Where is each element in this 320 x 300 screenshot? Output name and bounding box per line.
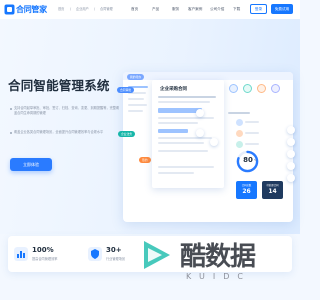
doc-highlight (158, 129, 188, 133)
watermark-text: 酷数据 (180, 242, 256, 272)
chart-icon (14, 247, 28, 261)
user-icon[interactable] (287, 150, 295, 158)
watermark-subtext: KUIDC (186, 272, 251, 281)
doc-line (158, 172, 194, 174)
mock-line (128, 110, 143, 112)
stat-card-value: 26 (242, 188, 251, 195)
doc-line (158, 166, 214, 168)
mock-line (128, 104, 147, 106)
nav-item-about[interactable]: 公司介绍 (210, 6, 224, 12)
watermark-logo (144, 241, 170, 269)
module-icon[interactable] (271, 84, 280, 93)
user-icon[interactable] (287, 138, 295, 146)
nav-item-cases[interactable]: 客户案例 (188, 6, 202, 12)
document-title: 企业采购合同 (160, 87, 187, 92)
doc-line (158, 122, 198, 124)
logo-text[interactable]: 合同管家 (16, 4, 47, 15)
free-trial-button[interactable]: 免费试用 (271, 4, 293, 14)
list-line (245, 121, 259, 123)
doc-line (158, 101, 210, 103)
doc-line (158, 150, 208, 152)
nav-item-service[interactable]: 服务 (172, 6, 179, 12)
mock-line (128, 98, 144, 100)
floating-tag: 企业法务 (118, 131, 136, 137)
stat-card-label: 待处理合同 (266, 184, 279, 187)
stat-card-total[interactable]: 合同总数 26 (236, 181, 257, 199)
list-line (245, 132, 259, 134)
breadcrumb-item[interactable]: 合同管理 (100, 6, 113, 12)
stat-label: 行业管理场景 (106, 257, 126, 261)
nav-item-download[interactable]: 下载 (233, 6, 240, 12)
shield-icon (88, 247, 102, 261)
breadcrumb-item[interactable]: 首页 (58, 6, 64, 12)
login-button[interactable]: 登录 (250, 4, 267, 14)
stat-card-pending[interactable]: 待处理合同 14 (262, 181, 283, 199)
stat-value: 100% (32, 246, 54, 254)
list-line (245, 143, 259, 145)
floating-tag: 签约 (139, 157, 151, 163)
avatar-icon (196, 129, 204, 137)
avatar-icon (236, 130, 243, 137)
gauge-unit: % (254, 158, 257, 162)
breadcrumb-separator: / (70, 7, 72, 11)
avatar-icon (196, 109, 204, 117)
hero-bullet: 覆盖企业各类合同管理场景，全面提升合同管理效率与合规水平 (10, 130, 122, 135)
hero-title: 合同智能管理系统 (8, 78, 110, 93)
nav-item-product[interactable]: 产品 (152, 6, 159, 12)
module-icon[interactable] (229, 84, 238, 93)
doc-line (158, 96, 216, 98)
user-icon[interactable] (287, 162, 295, 170)
stat-value: 30+ (106, 246, 122, 254)
doc-line (158, 137, 212, 139)
stat-card-label: 合同总数 (241, 184, 252, 187)
dashboard-header (123, 72, 293, 80)
floating-tag: 合同审批 (117, 87, 135, 93)
breadcrumb-item[interactable]: 企业用户 (76, 6, 89, 12)
module-icon[interactable] (243, 84, 252, 93)
phone-icon[interactable] (287, 126, 295, 134)
doc-line (158, 117, 214, 119)
avatar-icon (236, 119, 243, 126)
logo-icon[interactable] (4, 4, 15, 15)
check-icon (210, 138, 218, 146)
hero-bullet: 支持合同起草审批、审批、签订、归档、查询、变更、到期提醒等，完整覆盖合同生命周期… (10, 106, 122, 116)
breadcrumb-separator: / (94, 7, 96, 11)
stat-label: 提高合同管理效率 (32, 257, 58, 261)
user-icon[interactable] (287, 174, 295, 182)
list-line (228, 112, 250, 114)
panel-tag: 我的待办 (127, 74, 145, 80)
nav-item-home[interactable]: 首页 (131, 6, 138, 12)
module-icon[interactable] (257, 84, 266, 93)
doc-line (158, 142, 204, 144)
avatar-icon (236, 141, 243, 148)
stat-card-value: 14 (268, 188, 277, 195)
try-now-button[interactable]: 立即体验 (10, 158, 52, 171)
